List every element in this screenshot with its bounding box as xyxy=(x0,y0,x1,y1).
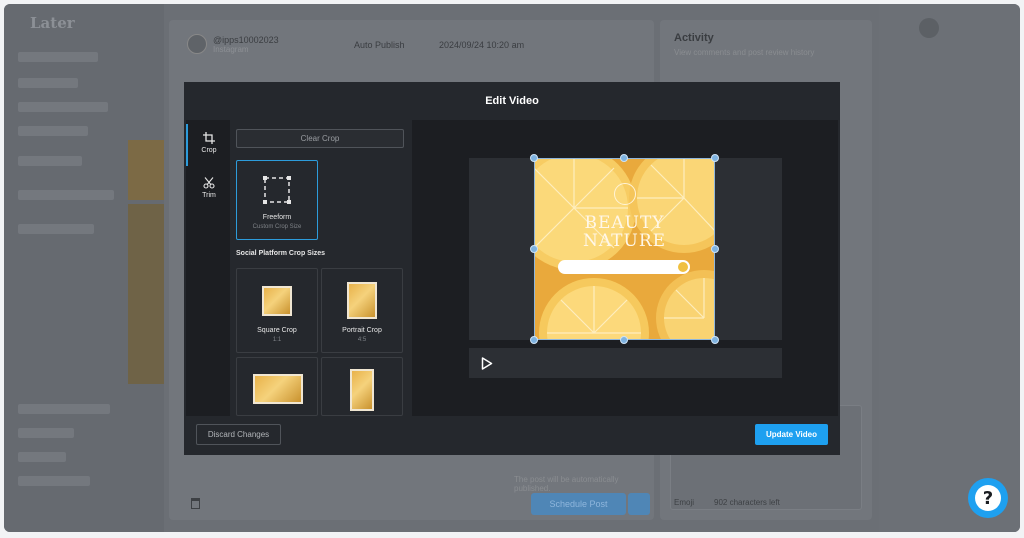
crop-option-ratio: 4:5 xyxy=(357,337,367,343)
crop-icon xyxy=(203,132,215,144)
background-nav-item xyxy=(18,452,66,462)
story-crop-option[interactable] xyxy=(321,357,403,416)
crop-option-label: Square Crop xyxy=(257,327,297,334)
background-nav-item xyxy=(18,156,82,166)
background-nav-item xyxy=(18,476,90,486)
modal-header: Edit Video xyxy=(184,82,840,120)
play-icon[interactable] xyxy=(481,357,493,370)
crop-options-panel: Clear Crop Freeform Custom Crop Size Soc… xyxy=(230,120,412,416)
background-nav-item xyxy=(18,428,74,438)
background-nav-item xyxy=(18,126,88,136)
tool-label: Trim xyxy=(202,192,216,199)
social-crop-sizes-heading: Social Platform Crop Sizes xyxy=(236,250,326,257)
tool-label: Crop xyxy=(201,147,217,154)
freeform-label: Freeform xyxy=(262,214,292,221)
update-video-button[interactable]: Update Video xyxy=(755,424,828,445)
crop-preview-thumb xyxy=(253,374,303,404)
activity-subtitle: View comments and post review history xyxy=(674,48,815,57)
background-nav-item xyxy=(18,102,108,112)
background-media-thumb xyxy=(128,140,164,200)
crop-handle-bottom[interactable] xyxy=(620,336,628,344)
help-icon: ? xyxy=(975,485,1001,511)
background-account: @ipps10002023 Instagram xyxy=(187,34,279,54)
crop-handle-bottom-left[interactable] xyxy=(530,336,538,344)
tool-crop[interactable]: Crop xyxy=(188,132,230,154)
freeform-crop-option[interactable]: Freeform Custom Crop Size xyxy=(236,160,318,240)
emoji-label: Emoji xyxy=(674,498,695,507)
crop-preview-thumb xyxy=(347,282,377,319)
crop-handle-left[interactable] xyxy=(530,245,538,253)
trash-icon xyxy=(191,498,200,509)
background-media-thumb xyxy=(128,204,164,384)
crop-option-label: Portrait Crop xyxy=(342,327,382,334)
freeform-crop-icon xyxy=(263,176,291,204)
schedule-post-button: Schedule Post xyxy=(531,493,626,515)
landscape-crop-option[interactable] xyxy=(236,357,318,416)
crop-handle-bottom-right[interactable] xyxy=(711,336,719,344)
square-crop-option[interactable]: Square Crop 1:1 xyxy=(236,268,318,353)
background-nav-item xyxy=(18,224,94,234)
activity-title: Activity xyxy=(674,32,714,44)
crop-handle-top[interactable] xyxy=(620,154,628,162)
publish-date: 2024/09/24 10:20 am xyxy=(439,40,525,50)
background-nav-item xyxy=(18,52,98,62)
account-handle: @ipps10002023 xyxy=(213,34,279,45)
portrait-crop-option[interactable]: Portrait Crop 4:5 xyxy=(321,268,403,353)
freeform-sublabel: Custom Crop Size xyxy=(252,224,302,230)
tool-rail: Crop Trim xyxy=(186,120,230,416)
schedule-options-button xyxy=(628,493,650,515)
clear-crop-button[interactable]: Clear Crop xyxy=(236,129,404,148)
crop-handle-top-right[interactable] xyxy=(711,154,719,162)
crop-frame[interactable] xyxy=(534,158,715,340)
background-sidebar: Later xyxy=(4,4,164,532)
app-logo: Later xyxy=(30,14,75,32)
background-right-column xyxy=(879,4,1020,532)
crop-preview-thumb xyxy=(350,369,374,411)
scissors-icon xyxy=(203,177,215,189)
background-nav-item xyxy=(18,404,110,414)
discard-changes-button[interactable]: Discard Changes xyxy=(196,424,281,445)
help-button[interactable]: ? xyxy=(968,478,1008,518)
crop-option-ratio: 1:1 xyxy=(272,337,282,343)
avatar xyxy=(187,34,207,54)
tool-trim[interactable]: Trim xyxy=(188,177,230,199)
account-platform: Instagram xyxy=(213,44,249,54)
video-playbar xyxy=(469,348,782,378)
modal-title: Edit Video xyxy=(485,95,539,107)
background-nav-item xyxy=(18,190,114,200)
background-nav-item xyxy=(18,78,78,88)
publish-note: The post will be automatically published… xyxy=(514,475,619,493)
edit-video-modal: Edit Video Crop Trim Clear Crop Freeform… xyxy=(184,82,840,455)
avatar xyxy=(919,18,939,38)
publish-mode: Auto Publish xyxy=(354,40,405,50)
crop-handle-right[interactable] xyxy=(711,245,719,253)
crop-handle-top-left[interactable] xyxy=(530,154,538,162)
crop-preview-thumb xyxy=(262,286,292,316)
characters-left: 902 characters left xyxy=(714,498,780,507)
modal-footer: Discard Changes Update Video xyxy=(184,416,840,455)
